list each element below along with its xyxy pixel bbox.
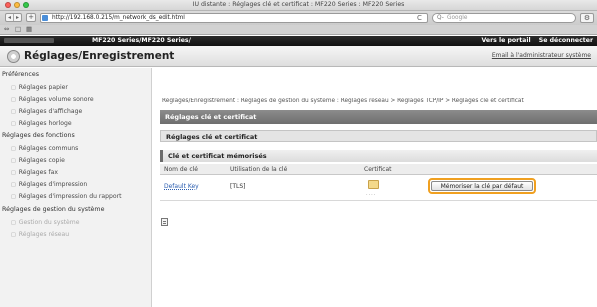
device-model: MF220 Series/MF220 Series/ xyxy=(92,37,191,44)
email-admin-link[interactable]: Email à l'administrateur système xyxy=(492,52,591,59)
subsection-header: Clé et certificat mémorisés xyxy=(160,150,597,162)
address-bar[interactable]: http://192.168.0.215/m_network_ds_edit.h… xyxy=(40,13,428,23)
section-header: Réglages clé et certificat xyxy=(160,130,597,142)
topbar-links: Vers le portail Se déconnecter xyxy=(481,37,593,44)
search-icon: Q- xyxy=(437,15,444,21)
sidebar-item-print[interactable]: Réglages d'impression xyxy=(11,181,88,188)
page-title: Réglages/Enregistrement xyxy=(24,50,175,62)
column-header-key-name: Nom de clé xyxy=(164,166,198,173)
key-usage-value: [TLS] xyxy=(230,183,246,190)
device-name-redacted xyxy=(4,38,54,43)
browser-toolbar: ◂ ▸ + http://192.168.0.215/m_network_ds_… xyxy=(0,11,597,25)
window-titlebar: IU distante : Réglages clé et certificat… xyxy=(0,0,597,11)
sidebar-section-preferences[interactable]: Préférences xyxy=(2,71,39,78)
remote-ui-topbar: MF220 Series/MF220 Series/ Vers le porta… xyxy=(0,36,597,46)
set-default-key-button[interactable]: Mémoriser la clé par défaut xyxy=(428,178,536,194)
table-header: Nom de clé Utilisation de la clé Certifi… xyxy=(160,164,597,175)
panel-header: Réglages clé et certificat xyxy=(160,110,597,124)
bookmarks-bar: ⇔ □ ▦ xyxy=(0,25,597,35)
sidebar: Préférences Réglages papier Réglages vol… xyxy=(0,68,152,307)
reader-icon[interactable]: ⇔ xyxy=(4,25,9,33)
gear-icon xyxy=(7,50,20,63)
sidebar-section-functions[interactable]: Réglages des fonctions xyxy=(2,132,75,139)
site-favicon-icon xyxy=(42,15,48,21)
portal-link[interactable]: Vers le portail xyxy=(481,37,530,44)
new-tab-button[interactable]: + xyxy=(26,13,36,22)
table-row: Default Key [TLS] ···· Mémoriser la clé … xyxy=(160,176,597,201)
sidebar-item-common[interactable]: Réglages communs xyxy=(11,145,79,152)
bookmarks-icon[interactable]: □ xyxy=(15,25,21,33)
sidebar-item-report-print[interactable]: Réglages d'impression du rapport xyxy=(11,193,122,200)
sidebar-section-system[interactable]: Réglages de gestion du système xyxy=(2,206,104,213)
certificate-underline: ···· xyxy=(366,192,377,198)
sidebar-item-clock[interactable]: Réglages horloge xyxy=(11,120,72,127)
sidebar-item-fax[interactable]: Réglages fax xyxy=(11,169,58,176)
breadcrumb: Réglages/Enregistrement : Réglages de ge… xyxy=(162,98,524,104)
window-title: IU distante : Réglages clé et certificat… xyxy=(192,1,405,8)
back-arrow-icon[interactable]: ◂ xyxy=(6,14,13,21)
sidebar-item-display[interactable]: Réglages d'affichage xyxy=(11,108,82,115)
sidebar-item-copy[interactable]: Réglages copie xyxy=(11,157,65,164)
sidebar-item-volume[interactable]: Réglages volume sonore xyxy=(11,96,94,103)
nav-buttons: ◂ ▸ xyxy=(5,13,22,22)
page-header: Réglages/Enregistrement Email à l'admini… xyxy=(0,46,597,67)
column-header-certificate: Certificat xyxy=(364,166,392,173)
logout-link[interactable]: Se déconnecter xyxy=(539,37,593,44)
sidebar-item-paper[interactable]: Réglages papier xyxy=(11,84,68,91)
certificate-icon[interactable] xyxy=(368,180,379,189)
set-default-key-label: Mémoriser la clé par défaut xyxy=(431,181,533,191)
forward-arrow-icon[interactable]: ▸ xyxy=(13,14,21,21)
top-sites-icon[interactable]: ▦ xyxy=(26,25,32,33)
reload-icon[interactable]: C xyxy=(417,14,422,22)
sidebar-item-network[interactable]: Réglages réseau xyxy=(11,231,69,238)
default-key-link[interactable]: Default Key xyxy=(164,183,199,190)
settings-icon[interactable]: ⚙ xyxy=(580,13,594,23)
page-list-icon[interactable] xyxy=(161,218,168,226)
search-input[interactable]: Q- Google xyxy=(432,13,576,23)
sidebar-item-system-management[interactable]: Gestion du système xyxy=(11,219,80,226)
main-content: Réglages/Enregistrement : Réglages de ge… xyxy=(152,68,597,307)
column-header-key-usage: Utilisation de la clé xyxy=(230,166,288,173)
search-placeholder: Google xyxy=(447,15,468,21)
